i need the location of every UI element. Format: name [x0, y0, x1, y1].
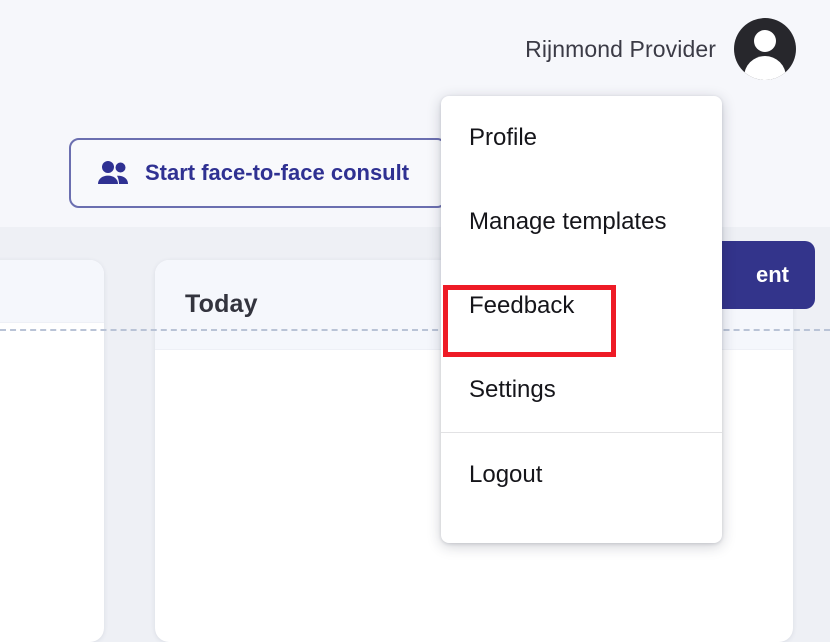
menu-group-primary: Profile Manage templates Feedback Settin…: [441, 96, 722, 432]
left-panel-header: [0, 260, 104, 323]
people-icon: [97, 160, 129, 186]
user-dropdown-menu[interactable]: Profile Manage templates Feedback Settin…: [441, 96, 722, 543]
primary-button-label: ent: [756, 262, 789, 287]
avatar-body: [744, 56, 786, 80]
menu-item-label: Feedback: [469, 292, 575, 319]
consult-button-label: Start face-to-face consult: [145, 160, 410, 185]
user-avatar-icon[interactable]: [734, 18, 796, 80]
avatar-head: [754, 30, 776, 52]
menu-item-settings[interactable]: Settings: [441, 348, 722, 432]
start-face-to-face-consult-button[interactable]: Start face-to-face consult: [69, 138, 447, 208]
menu-item-label: Settings: [469, 376, 556, 403]
menu-item-label: Profile: [469, 124, 538, 151]
user-name-label: Rijnmond Provider: [525, 35, 716, 62]
menu-item-profile[interactable]: Profile: [441, 96, 722, 180]
menu-item-manage-templates[interactable]: Manage templates: [441, 180, 722, 264]
menu-item-feedback[interactable]: Feedback: [441, 264, 722, 348]
page-title: Today: [185, 290, 258, 318]
menu-group-secondary: Logout: [441, 433, 722, 517]
app-root: Rijnmond Provider Start face-to-face con…: [0, 0, 830, 642]
left-panel-card: [0, 260, 104, 642]
top-bar: Rijnmond Provider: [0, 0, 830, 104]
menu-item-label: Logout: [469, 461, 543, 488]
user-menu-trigger[interactable]: Rijnmond Provider: [525, 18, 796, 80]
menu-item-logout[interactable]: Logout: [441, 433, 722, 517]
menu-item-label: Manage templates: [469, 208, 667, 235]
